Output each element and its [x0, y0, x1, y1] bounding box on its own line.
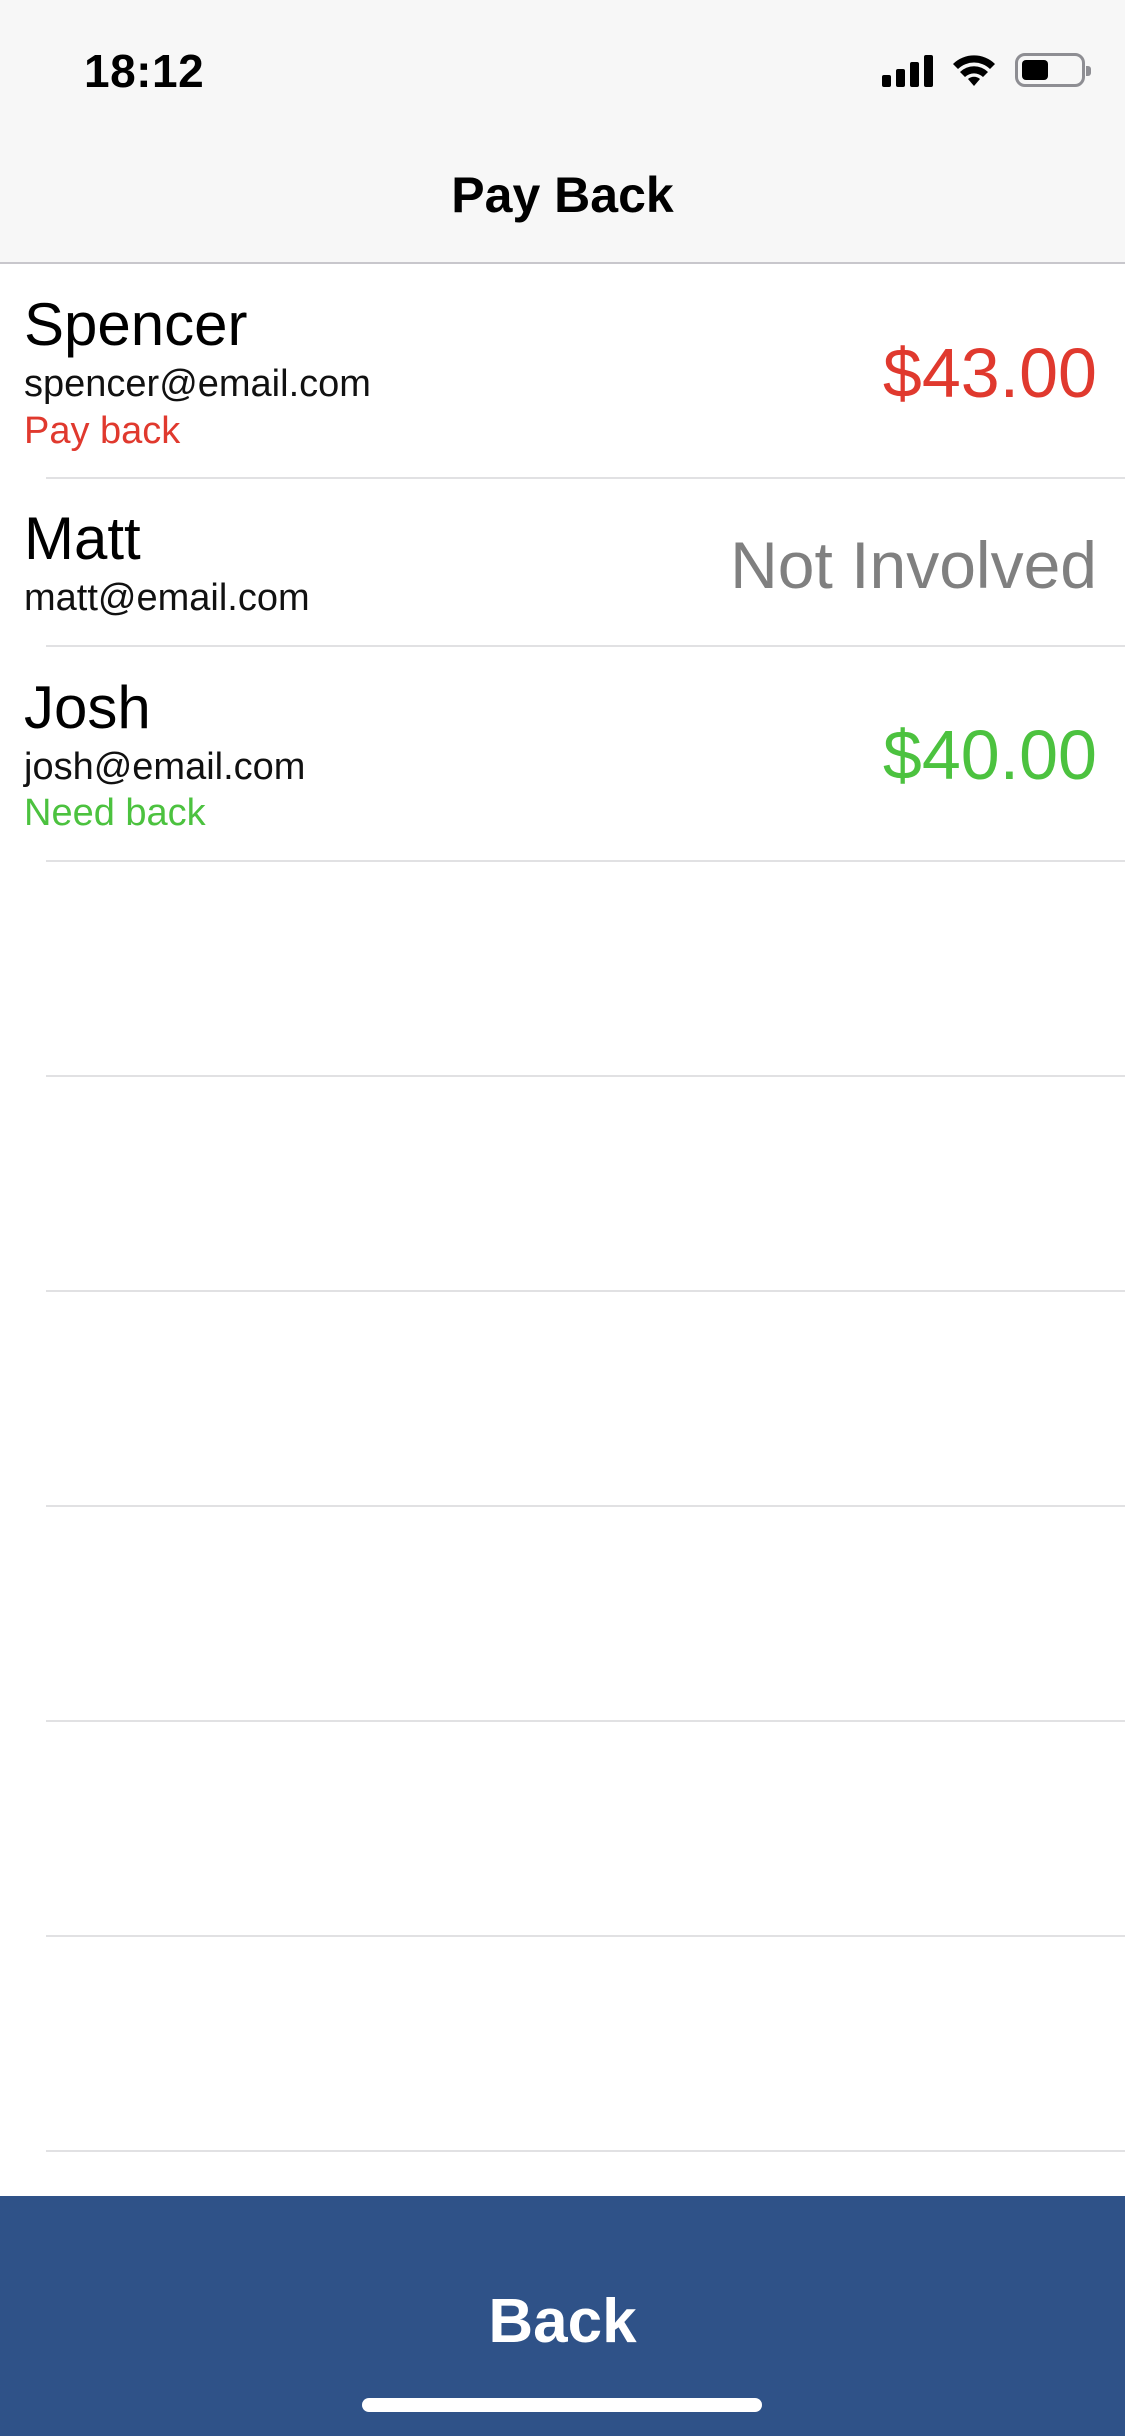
empty-row [0, 1292, 1125, 1507]
person-email: spencer@email.com [24, 363, 371, 405]
row-divider [46, 2150, 1125, 2152]
person-status: Need back [24, 792, 206, 834]
back-button-label: Back [488, 2287, 637, 2356]
top-bar: 18:12 Pay Back [0, 0, 1125, 264]
empty-row [0, 1722, 1125, 1937]
page-title: Pay Back [451, 167, 674, 223]
person-name: Josh [24, 674, 151, 741]
empty-row [0, 1077, 1125, 1292]
signal-icon [882, 53, 933, 87]
empty-row [0, 1937, 1125, 2152]
status-time: 18:12 [84, 45, 205, 97]
status-icons [882, 48, 1091, 92]
list-item[interactable]: Matt matt@email.com Not Involved [0, 479, 1125, 647]
people-list: Spencer spencer@email.com Pay back $43.0… [0, 265, 1125, 2152]
person-amount: $40.00 [882, 716, 1097, 794]
list-item[interactable]: Spencer spencer@email.com Pay back $43.0… [0, 265, 1125, 479]
person-status: Pay back [24, 410, 181, 452]
home-indicator [362, 2398, 762, 2412]
person-amount: $43.00 [882, 334, 1097, 412]
empty-row [0, 862, 1125, 1077]
empty-row [0, 1507, 1125, 1722]
person-amount: Not Involved [730, 528, 1097, 602]
person-name: Spencer [24, 291, 248, 358]
person-name: Matt [24, 505, 141, 572]
person-email: josh@email.com [24, 746, 306, 788]
list-item[interactable]: Josh josh@email.com Need back $40.00 [0, 647, 1125, 862]
battery-icon [1015, 53, 1091, 87]
back-button[interactable]: Back [0, 2196, 1125, 2436]
person-email: matt@email.com [24, 577, 310, 619]
wifi-icon [953, 55, 995, 86]
